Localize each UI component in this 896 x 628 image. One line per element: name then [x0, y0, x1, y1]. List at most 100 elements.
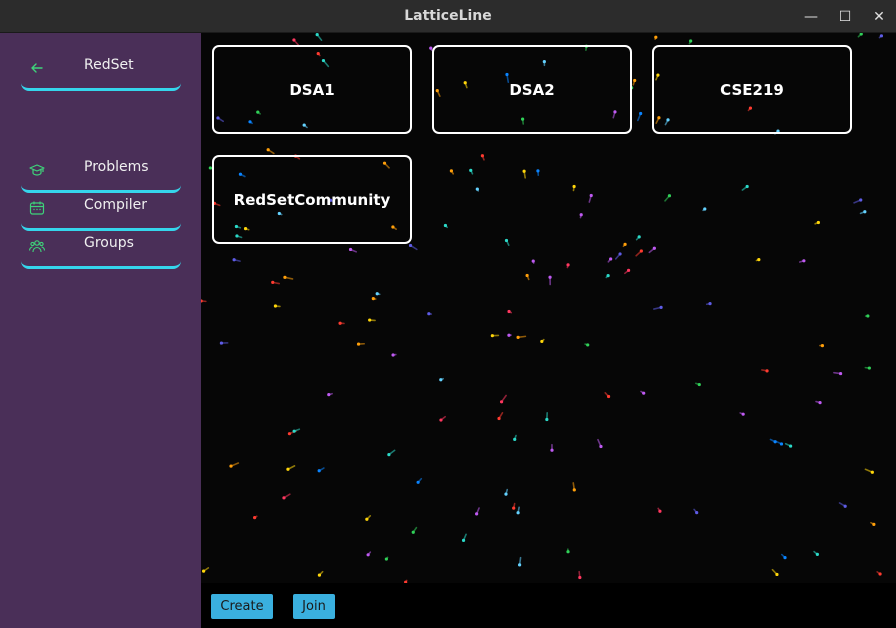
- star-dot: [708, 302, 712, 306]
- star-dot: [866, 314, 870, 318]
- star-dot: [789, 444, 793, 448]
- star-dot: [536, 169, 540, 173]
- star-dot: [416, 480, 420, 484]
- star-dot: [872, 522, 876, 526]
- star-dot: [516, 511, 520, 515]
- group-card-label: DSA2: [509, 80, 555, 99]
- star-dot: [219, 341, 224, 345]
- join-button[interactable]: Join: [293, 594, 335, 619]
- star-dot: [266, 148, 270, 152]
- star-dot: [820, 344, 825, 348]
- star-dot: [499, 400, 504, 404]
- users-icon: [28, 238, 46, 254]
- star-dot: [371, 297, 375, 301]
- star-dot: [639, 111, 643, 116]
- star-dot: [516, 335, 520, 339]
- group-card-dsa2[interactable]: DSA2: [432, 45, 632, 134]
- star-dot: [443, 223, 448, 228]
- star-dot: [490, 334, 494, 338]
- star-dot: [497, 416, 501, 421]
- star-dot: [292, 429, 296, 433]
- create-button[interactable]: Create: [211, 594, 273, 619]
- group-card-cse219[interactable]: CSE219: [652, 45, 852, 134]
- star-dot: [578, 575, 582, 580]
- star-dot: [667, 194, 672, 198]
- star-dot: [695, 511, 699, 515]
- star-dot: [507, 309, 511, 314]
- star-dot: [338, 321, 342, 325]
- sidebar-item-label: Problems: [84, 159, 149, 175]
- star-dot: [504, 492, 508, 496]
- star-dot: [626, 268, 631, 272]
- star-dot: [271, 280, 275, 284]
- maximize-button[interactable]: ☐: [828, 0, 862, 33]
- arrow-left-icon: [29, 60, 45, 76]
- star-dot: [201, 299, 203, 303]
- sidebar-item-redset-back[interactable]: RedSet: [21, 51, 181, 91]
- star-dot: [273, 304, 278, 308]
- star-dot: [589, 193, 593, 198]
- star-dot: [540, 339, 544, 344]
- star-dot: [783, 556, 787, 560]
- group-card-dsa1[interactable]: DSA1: [212, 45, 412, 134]
- star-dot: [606, 274, 610, 278]
- star-dot: [859, 198, 863, 202]
- star-dot: [365, 517, 369, 521]
- star-dot: [816, 220, 820, 225]
- star-dot: [391, 353, 395, 357]
- star-dot: [475, 187, 479, 191]
- star-dot: [253, 515, 257, 520]
- star-dot: [639, 249, 643, 253]
- calendar-icon: [29, 200, 45, 216]
- star-dot: [609, 257, 613, 261]
- group-card-redsetcommunity[interactable]: RedSetCommunity: [212, 155, 412, 244]
- star-dot: [518, 563, 522, 567]
- star-dot: [522, 169, 526, 173]
- star-dot: [642, 391, 646, 395]
- sidebar: RedSet Problems Compiler Groups: [0, 33, 201, 628]
- star-dot: [654, 35, 658, 39]
- star-dot: [504, 238, 509, 243]
- star-dot: [689, 39, 693, 43]
- star-dot: [327, 393, 331, 397]
- star-dot: [229, 464, 233, 468]
- star-dot: [815, 552, 819, 556]
- star-dot: [572, 488, 576, 492]
- star-dot: [507, 333, 511, 337]
- sidebar-item-groups[interactable]: Groups: [21, 229, 181, 269]
- star-dot: [315, 33, 319, 37]
- star-dot: [282, 496, 286, 500]
- star-dot: [566, 550, 570, 554]
- sidebar-item-problems[interactable]: Problems: [21, 153, 181, 193]
- minimize-button[interactable]: —: [794, 0, 828, 33]
- star-dot: [623, 242, 627, 246]
- star-dot: [356, 342, 361, 346]
- star-dot: [802, 259, 806, 263]
- star-dot: [427, 312, 431, 316]
- star-dot: [387, 453, 391, 457]
- star-dot: [461, 538, 466, 542]
- sidebar-item-compiler[interactable]: Compiler: [21, 191, 181, 231]
- star-dot: [375, 292, 379, 296]
- star-dot: [292, 38, 296, 42]
- star-dot: [232, 258, 236, 262]
- window-controls: — ☐ ✕: [794, 0, 896, 33]
- star-dot: [870, 470, 874, 474]
- star-dot: [411, 530, 415, 534]
- star-dot: [439, 378, 443, 382]
- star-dot: [586, 343, 590, 347]
- star-dot: [283, 275, 287, 279]
- star-dot: [879, 34, 884, 38]
- star-dot: [697, 382, 701, 387]
- star-dot: [658, 509, 662, 513]
- star-dot: [384, 557, 388, 561]
- star-dot: [579, 213, 583, 217]
- star-dot: [545, 417, 549, 422]
- star-dot: [525, 273, 529, 278]
- star-dot: [286, 467, 290, 471]
- star-dot: [480, 154, 485, 158]
- star-dot: [757, 258, 761, 262]
- star-dot: [368, 318, 372, 322]
- close-button[interactable]: ✕: [862, 0, 896, 33]
- sidebar-item-label: RedSet: [84, 57, 134, 73]
